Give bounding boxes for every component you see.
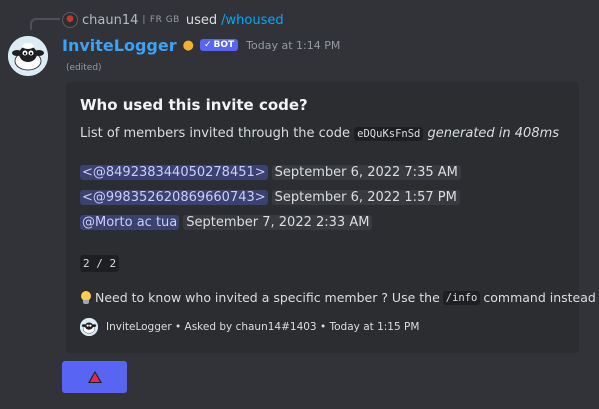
discord-message-view: chaun14 | FR GB used /whoused InviteLogg… — [0, 0, 599, 409]
member-list: <@849238344050278451> September 6, 2022 … — [80, 163, 461, 232]
hint-prefix: Need to know who invited a specific memb… — [95, 290, 440, 305]
footer-avatar-icon — [80, 318, 98, 336]
bot-avatar[interactable] — [8, 36, 48, 76]
bot-name[interactable]: InviteLogger — [62, 36, 177, 55]
generated-time: generated in 408ms — [427, 126, 560, 141]
sheep-footer-icon — [80, 318, 98, 336]
medal-icon: ● — [182, 37, 194, 53]
sheep-avatar-icon — [8, 36, 48, 76]
hint-suffix: command instead — [483, 290, 596, 305]
footer-text: InviteLogger • Asked by chaun14#1403 • T… — [106, 321, 420, 333]
member-mention[interactable]: <@998352620869660743> — [80, 190, 268, 205]
member-row: <@998352620869660743> September 6, 2022 … — [80, 188, 461, 207]
bot-tag-label: BOT — [213, 40, 235, 50]
message-header: InviteLogger ● ✓ BOT Today at 1:14 PM — [62, 34, 340, 56]
member-date: September 6, 2022 7:35 AM — [271, 165, 461, 180]
member-mention[interactable]: <@849238344050278451> — [80, 165, 268, 180]
member-date: September 7, 2022 2:33 AM — [183, 215, 373, 230]
reply-user-tag: FR GB — [149, 15, 180, 25]
reply-username[interactable]: chaun14 — [82, 13, 138, 28]
reply-reference[interactable]: chaun14 | FR GB used /whoused — [62, 11, 284, 29]
desc-prefix: List of members invited through the code — [80, 126, 351, 141]
embed: Who used this invite code? List of membe… — [66, 82, 596, 353]
embed-title: Who used this invite code? — [80, 96, 308, 114]
verified-check-icon: ✓ — [203, 40, 212, 50]
hint-line: Need to know who invited a specific memb… — [80, 290, 596, 305]
reply-connector — [30, 18, 60, 30]
reply-avatar[interactable] — [62, 12, 78, 28]
embed-description: List of members invited through the code… — [80, 126, 559, 141]
invite-code: eDQuKsFnSd — [354, 127, 424, 141]
bot-tag: ✓ BOT — [199, 39, 239, 51]
page-indicator: 2 / 2 — [80, 255, 120, 272]
up-arrow-icon — [87, 371, 102, 383]
embed-footer: InviteLogger • Asked by chaun14#1403 • T… — [80, 318, 419, 336]
reply-used-text: used — [185, 12, 218, 28]
member-date: September 6, 2022 1:57 PM — [271, 190, 460, 205]
reply-command[interactable]: /whoused — [221, 13, 283, 28]
member-mention[interactable]: @Morto ac tua — [80, 215, 180, 230]
lightbulb-icon — [80, 290, 92, 305]
edited-label: (edited) — [66, 63, 102, 73]
up-arrow-button[interactable] — [62, 361, 127, 393]
hint-command: /info — [442, 290, 481, 305]
reply-separator: | — [142, 15, 146, 25]
member-row: <@849238344050278451> September 6, 2022 … — [80, 163, 461, 182]
message-timestamp[interactable]: Today at 1:14 PM — [246, 39, 340, 52]
member-row: @Morto ac tua September 7, 2022 2:33 AM — [80, 213, 461, 232]
